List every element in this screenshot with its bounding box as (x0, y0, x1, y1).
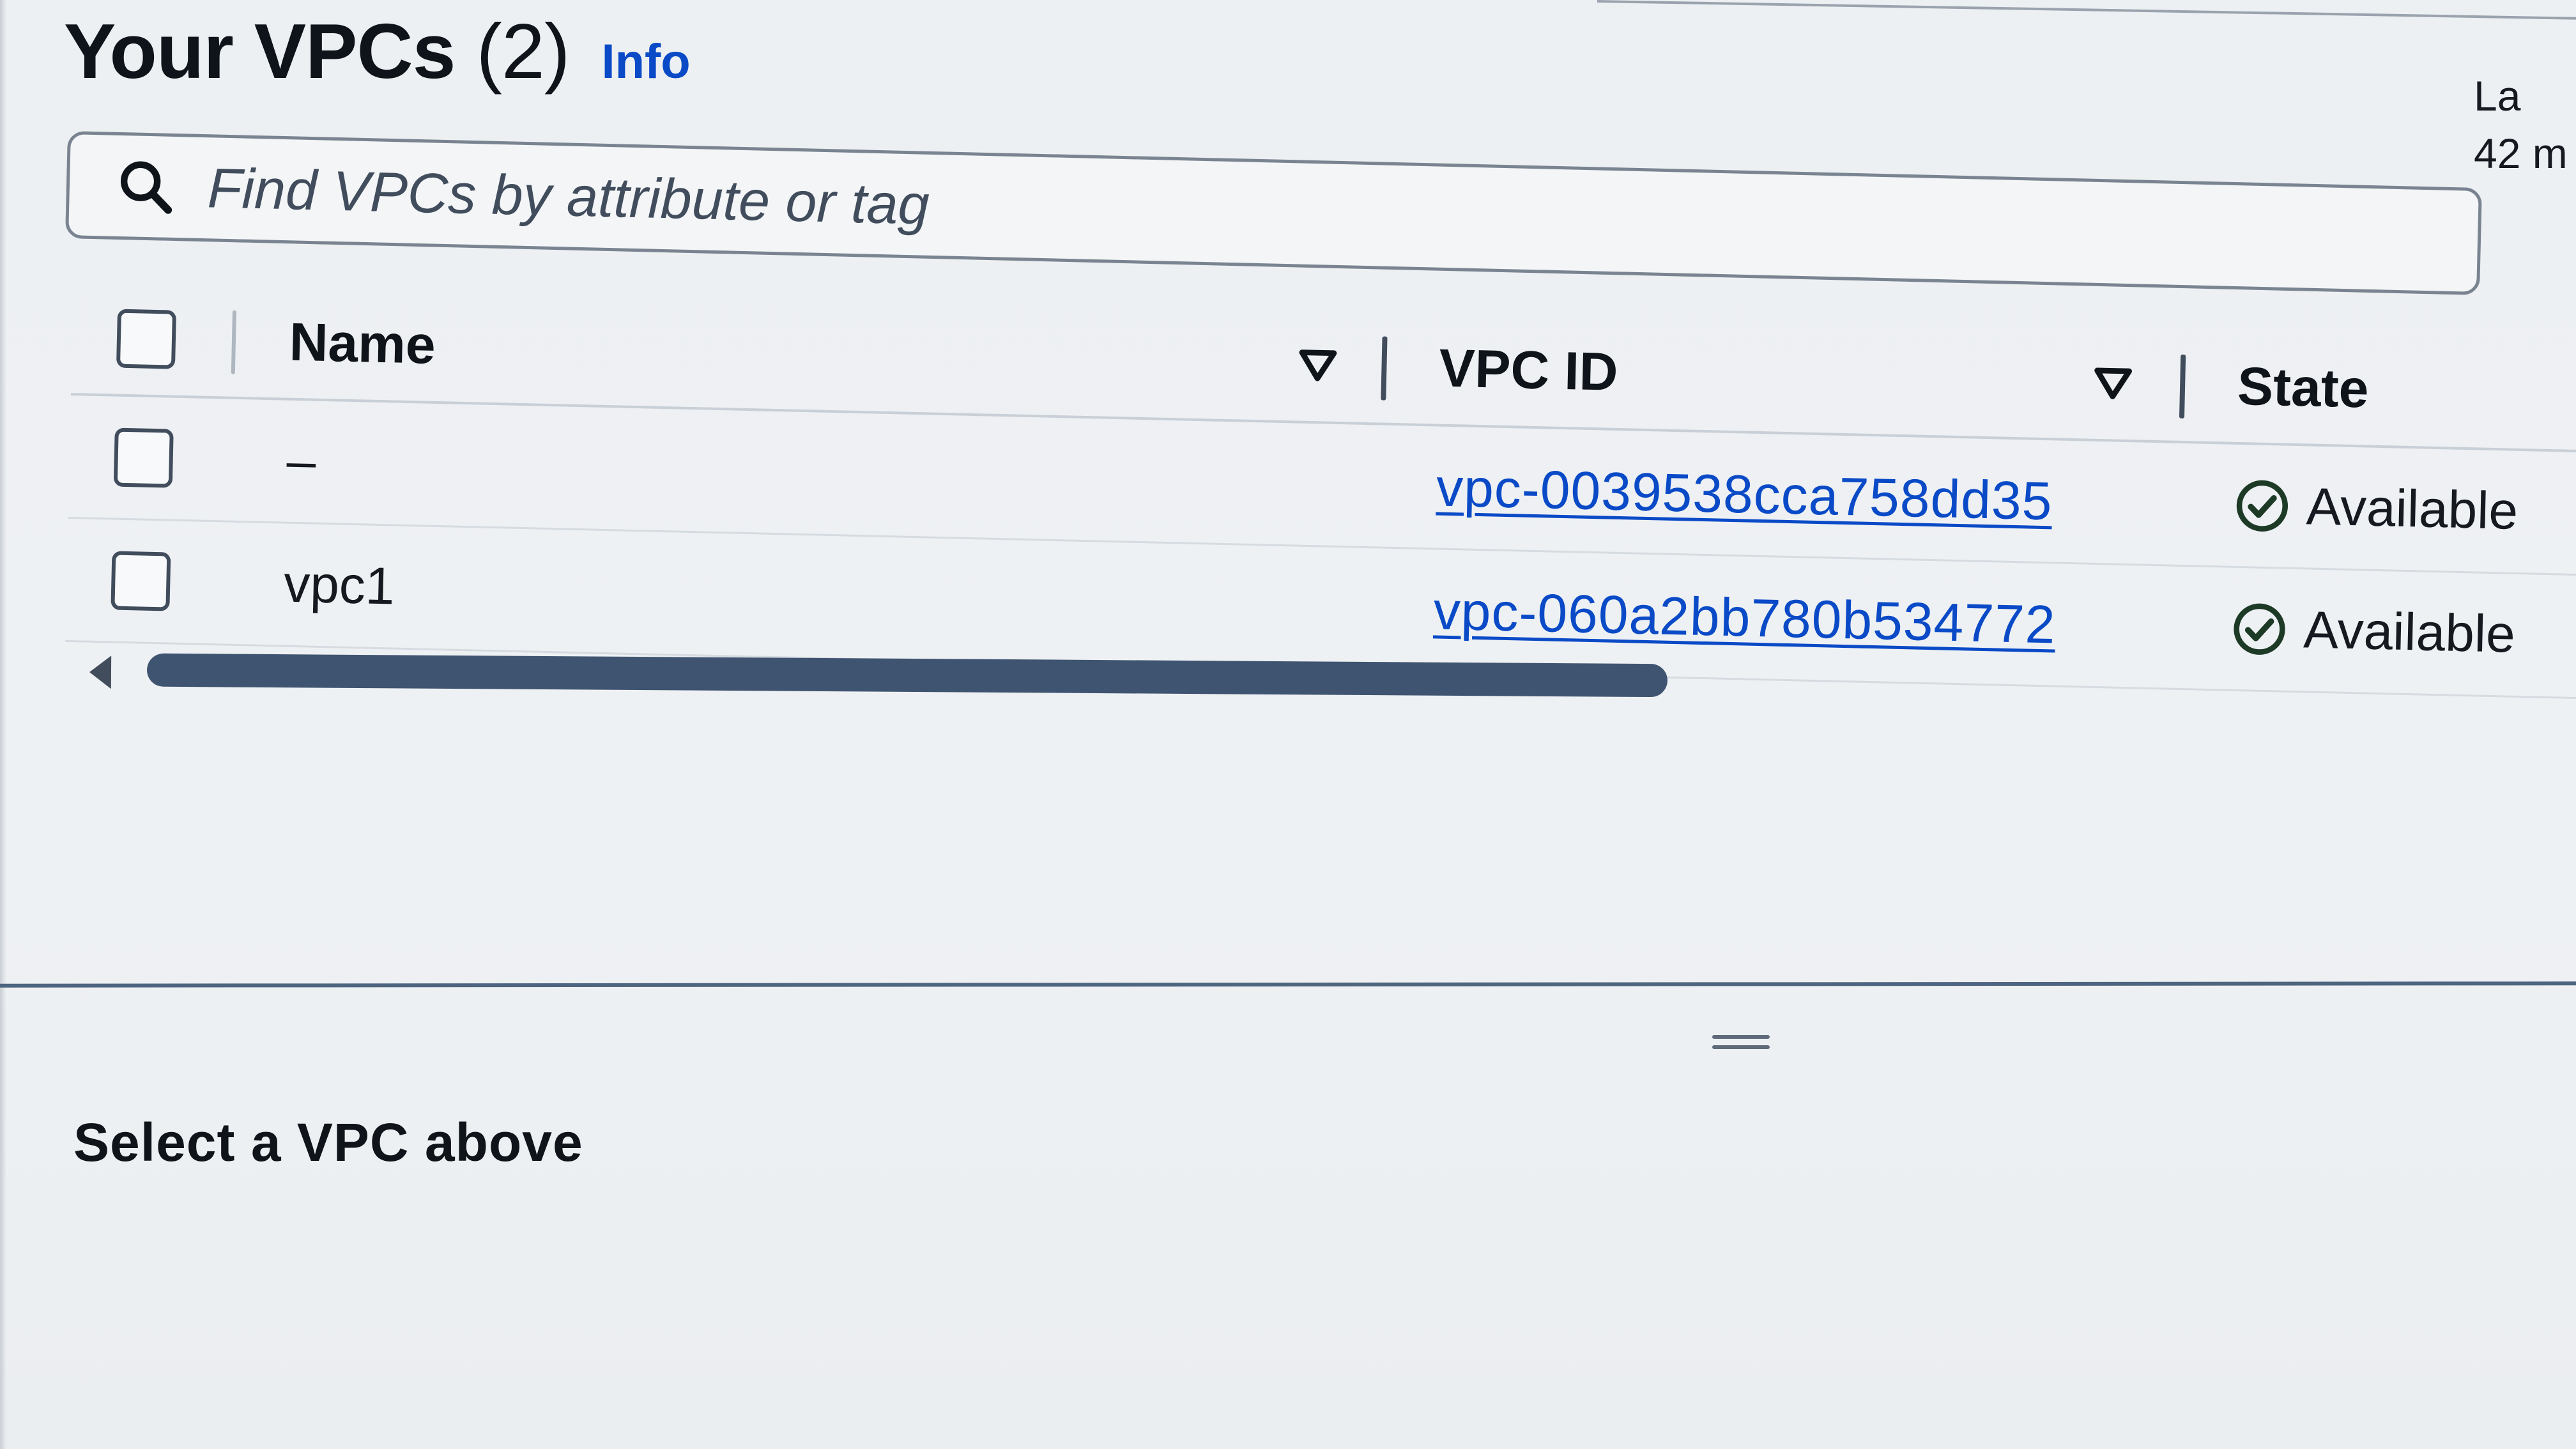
column-header-state[interactable]: State (2236, 330, 2370, 445)
top-divider (1597, 0, 2576, 20)
row-select-cell (113, 397, 174, 519)
select-all-checkbox[interactable] (116, 309, 177, 369)
split-panel-divider (0, 981, 2576, 988)
vpc-name: – (286, 431, 317, 491)
column-resizer[interactable] (1381, 336, 1388, 401)
column-header-vpc-id[interactable]: VPC ID (1438, 312, 1619, 428)
name-cell: – (286, 401, 318, 523)
vpc-table: Name VPC ID State – vpc-0039538cca758dd3… (65, 281, 2576, 700)
search-icon (110, 151, 182, 223)
vpc-id-link[interactable]: vpc-0039538cca758dd35 (1436, 456, 2053, 532)
select-all-cell (116, 282, 177, 395)
sort-name-button[interactable] (1298, 309, 1338, 422)
status-text: Available (2303, 601, 2516, 664)
status-positive-icon (2236, 480, 2288, 532)
state-cell: Available (2234, 445, 2519, 572)
horizontal-scrollbar[interactable] (89, 645, 1687, 707)
vpc-name: vpc1 (283, 555, 395, 616)
page-title-text: Your VPCs (64, 8, 456, 95)
row-select-cell (110, 519, 171, 642)
sort-vpc-id-button[interactable] (2092, 327, 2133, 440)
page-header: Your VPCs (2) Info (64, 6, 691, 102)
column-header-name-label: Name (288, 311, 436, 375)
row-checkbox[interactable] (113, 427, 174, 488)
screen-bezel (0, 0, 6, 1449)
last-updated-label: La (2474, 72, 2521, 119)
status-text: Available (2305, 477, 2519, 540)
status-badge: Available (2234, 475, 2518, 542)
vpc-count: (2) (476, 8, 570, 95)
split-panel-empty-message: Select a VPC above (73, 1112, 583, 1172)
vpc-console-page: Your VPCs (2) Info La 42 m Name (0, 0, 2576, 1449)
vpc-id-cell: vpc-0039538cca758dd35 (1435, 427, 2054, 562)
search-input[interactable] (205, 155, 2318, 271)
state-cell: Available (2230, 568, 2516, 696)
last-updated: La 42 m (2474, 67, 2576, 182)
column-resizer[interactable] (2179, 354, 2186, 419)
page-title: Your VPCs (2) (64, 6, 570, 96)
name-cell: vpc1 (282, 524, 395, 648)
caret-left-icon[interactable] (89, 656, 112, 689)
info-link[interactable]: Info (601, 34, 690, 89)
column-header-state-label: State (2237, 355, 2370, 419)
row-checkbox[interactable] (111, 551, 171, 611)
column-header-vpc-id-label: VPC ID (1438, 337, 1619, 402)
status-positive-icon (2234, 603, 2285, 655)
vpc-id-link[interactable]: vpc-060a2bb780b534772 (1433, 579, 2057, 656)
caret-down-icon (2094, 367, 2133, 399)
scrollbar-thumb[interactable] (146, 653, 1668, 698)
status-badge: Available (2231, 599, 2516, 665)
drag-handle-icon[interactable] (1712, 1035, 1770, 1054)
caret-down-icon (1299, 349, 1337, 381)
column-header-name[interactable]: Name (288, 286, 437, 401)
column-divider (231, 310, 237, 374)
search-bar[interactable] (65, 131, 2482, 296)
last-updated-time: 42 m (2474, 130, 2568, 177)
